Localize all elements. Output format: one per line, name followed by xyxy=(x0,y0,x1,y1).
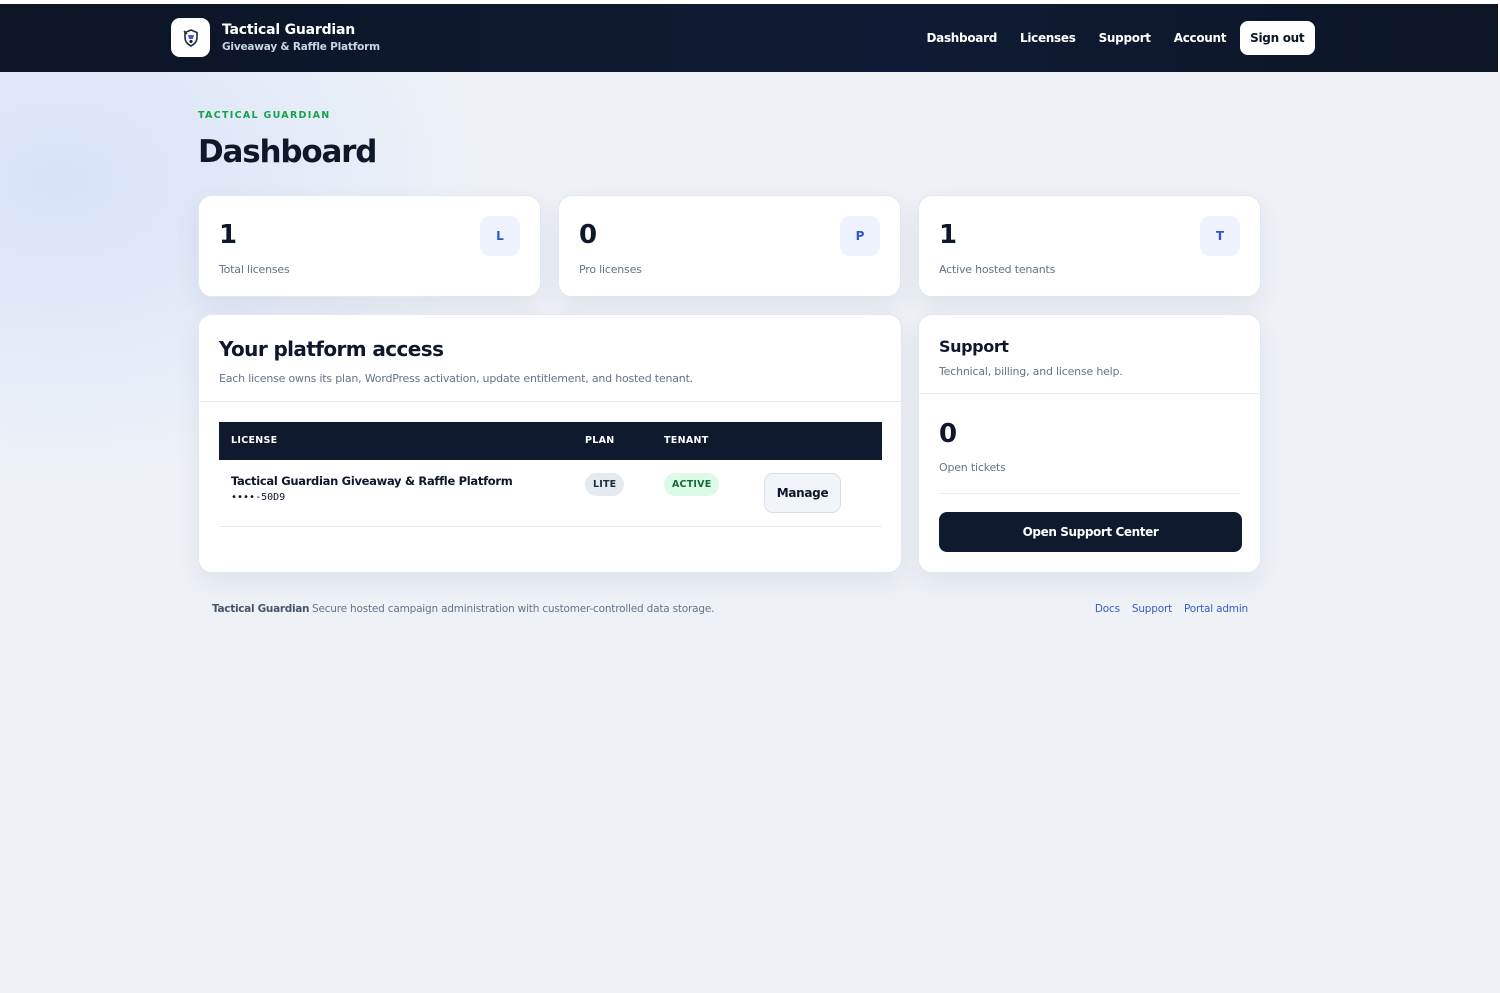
stat-value: 0 xyxy=(579,220,598,250)
stat-label: Pro licenses xyxy=(579,263,642,276)
brand-subtitle: Giveaway & Raffle Platform xyxy=(222,41,380,53)
footer-links: Docs Support Portal admin xyxy=(1083,603,1248,615)
stat-badge: T xyxy=(1200,216,1240,256)
column-header-tenant: TENANT xyxy=(664,435,709,446)
section-divider xyxy=(939,493,1240,494)
stat-label: Total licenses xyxy=(219,263,290,276)
license-table-header: LICENSE PLAN TENANT xyxy=(219,422,882,460)
page-footer: Tactical Guardian Secure hosted campaign… xyxy=(212,603,1248,617)
open-tickets-count: 0 xyxy=(939,419,958,449)
footer-brand: Tactical Guardian xyxy=(212,603,310,615)
platform-access-card: Your platform access Each license owns i… xyxy=(198,314,902,573)
platform-access-title: Your platform access xyxy=(219,337,444,361)
brand-title: Tactical Guardian xyxy=(222,22,356,38)
shield-knight-icon xyxy=(183,28,198,47)
top-navigation-bar: Tactical Guardian Giveaway & Raffle Plat… xyxy=(0,4,1500,72)
sign-out-button[interactable]: Sign out xyxy=(1239,21,1315,55)
support-subtitle: Technical, billing, and license help. xyxy=(939,365,1123,378)
main-nav: Dashboard Licenses Support Account Sign … xyxy=(915,21,1315,55)
stat-badge: L xyxy=(480,216,520,256)
open-support-center-button[interactable]: Open Support Center xyxy=(939,512,1242,552)
tenant-status-badge: ACTIVE xyxy=(664,473,720,496)
brand[interactable]: Tactical Guardian Giveaway & Raffle Plat… xyxy=(171,18,380,57)
section-divider xyxy=(919,393,1260,394)
logo xyxy=(171,18,210,57)
table-row: Tactical Guardian Giveaway & Raffle Plat… xyxy=(219,460,882,527)
nav-link-account[interactable]: Account xyxy=(1162,21,1237,55)
page-eyebrow: TACTICAL GUARDIAN xyxy=(198,110,331,121)
section-divider xyxy=(199,401,901,402)
stat-card-pro-licenses: 0 Pro licenses P xyxy=(558,195,901,297)
support-title: Support xyxy=(939,337,1009,356)
support-card: Support Technical, billing, and license … xyxy=(918,314,1261,573)
footer-link-support[interactable]: Support xyxy=(1132,603,1172,615)
nav-link-licenses[interactable]: Licenses xyxy=(1008,21,1087,55)
platform-access-subtitle: Each license owns its plan, WordPress ac… xyxy=(219,372,693,385)
manage-license-button[interactable]: Manage xyxy=(764,473,841,513)
open-tickets-label: Open tickets xyxy=(939,461,1006,474)
stat-card-active-tenants: 1 Active hosted tenants T xyxy=(918,195,1261,297)
nav-link-support[interactable]: Support xyxy=(1087,21,1162,55)
nav-link-dashboard[interactable]: Dashboard xyxy=(915,21,1008,55)
plan-badge: LITE xyxy=(585,473,625,496)
stat-value: 1 xyxy=(939,220,958,250)
stat-label: Active hosted tenants xyxy=(939,263,1056,276)
column-header-plan: PLAN xyxy=(585,435,615,446)
footer-text: Secure hosted campaign administration wi… xyxy=(312,603,715,615)
page-title: Dashboard xyxy=(198,134,377,170)
stat-badge: P xyxy=(840,216,880,256)
stat-value: 1 xyxy=(219,220,238,250)
license-key-masked: ••••-50D9 xyxy=(231,492,286,503)
stat-card-total-licenses: 1 Total licenses L xyxy=(198,195,541,297)
license-name: Tactical Guardian Giveaway & Raffle Plat… xyxy=(231,474,513,488)
column-header-license: LICENSE xyxy=(231,435,278,446)
footer-link-portal-admin[interactable]: Portal admin xyxy=(1184,603,1248,615)
footer-link-docs[interactable]: Docs xyxy=(1095,603,1120,615)
